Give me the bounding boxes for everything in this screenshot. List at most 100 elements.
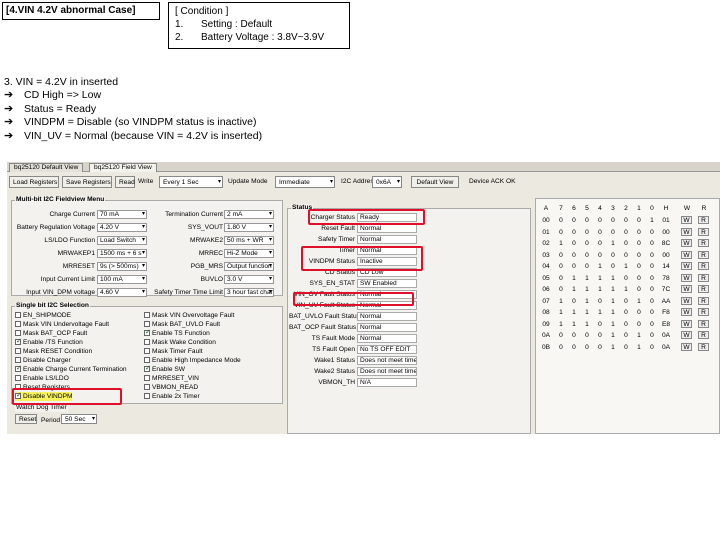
mrwake1-select[interactable]: 1500 ms + 6 s bbox=[97, 249, 147, 258]
checkbox-enable-ts[interactable]: Enable /TS Function bbox=[15, 337, 83, 347]
register-write-button[interactable]: W bbox=[681, 262, 692, 270]
register-write-button[interactable]: W bbox=[681, 296, 692, 305]
write-select[interactable]: Every 1 Sec bbox=[159, 176, 223, 188]
register-write-button[interactable]: W bbox=[681, 250, 692, 259]
register-cell: 00 bbox=[662, 228, 670, 236]
grid-header-cell: W bbox=[683, 205, 691, 212]
watchdog-title: Watch Dog Timer bbox=[15, 404, 68, 412]
save-registers-button[interactable]: Save Registers bbox=[62, 176, 112, 188]
watchdog-reset-button[interactable]: Reset bbox=[15, 414, 37, 424]
checkbox-mask-reset[interactable]: Mask RESET Condition bbox=[15, 347, 92, 356]
checkbox-vbmon-read[interactable]: VBMON_READ bbox=[144, 383, 198, 392]
register-read-button[interactable]: R bbox=[698, 342, 709, 351]
multibit-panel-title: Multi-bit I2C Fieldview Menu bbox=[15, 196, 106, 204]
checkbox-enable-ls-ldo[interactable]: Enable LS/LDO bbox=[15, 374, 69, 383]
register-read-button[interactable]: R bbox=[698, 296, 709, 305]
condition-item: 1. Setting : Default bbox=[175, 19, 273, 30]
checkbox-enable-termination[interactable]: Enable Charge Current Termination bbox=[15, 364, 127, 374]
register-write-button[interactable]: W bbox=[681, 216, 692, 224]
checkbox-disable-charger[interactable]: Disable Charger bbox=[15, 356, 71, 365]
mrwake2-select[interactable]: 50 ms + WR bbox=[224, 236, 274, 245]
register-cell: 0 bbox=[585, 217, 589, 224]
checkbox-enable-ts-function[interactable]: Enable TS Function bbox=[144, 328, 210, 338]
checkbox-mask-bat-uvlo[interactable]: Mask BAT_UVLO Fault bbox=[144, 320, 220, 329]
ls-ldo-function-select[interactable]: Load Switch bbox=[97, 236, 147, 245]
battery-regulation-select[interactable]: 4.20 V bbox=[97, 223, 147, 232]
input-current-limit-select[interactable]: 100 mA bbox=[97, 275, 147, 284]
default-view-button[interactable]: Default View bbox=[411, 176, 459, 188]
charge-current-select[interactable]: 70 mA bbox=[97, 210, 147, 219]
register-write-button[interactable]: W bbox=[681, 331, 692, 339]
register-write-button[interactable]: W bbox=[681, 319, 692, 328]
register-cell: 1 bbox=[572, 309, 576, 316]
register-read-button[interactable]: R bbox=[698, 331, 709, 339]
checkbox-enable-sw[interactable]: Enable SW bbox=[144, 364, 185, 374]
checkbox-mask-bat-ocp[interactable]: Mask BAT_OCP Fault bbox=[15, 329, 87, 338]
register-write-button[interactable]: W bbox=[681, 285, 692, 293]
period-select[interactable]: 50 Sec bbox=[61, 414, 97, 424]
register-read-button[interactable]: R bbox=[698, 273, 709, 282]
i2c-address-select[interactable]: 0x6A bbox=[372, 176, 402, 188]
register-cell: 0 bbox=[598, 240, 602, 247]
register-read-button[interactable]: R bbox=[698, 239, 709, 247]
safety-timer-limit-select[interactable]: 3 hour fast charge bbox=[224, 288, 274, 297]
register-read-button[interactable]: R bbox=[698, 250, 709, 259]
buvlo-select[interactable]: 3.0 V bbox=[224, 275, 274, 284]
register-read-button[interactable]: R bbox=[698, 319, 709, 328]
register-cell: 0 bbox=[572, 332, 576, 339]
checkbox-mask-wake[interactable]: Mask Wake Condition bbox=[144, 338, 216, 347]
register-cell: 0 bbox=[637, 228, 641, 236]
checkbox-icon bbox=[15, 357, 21, 363]
register-write-button[interactable]: W bbox=[681, 239, 692, 247]
mrreset-select[interactable]: 9s (> 500ms) bbox=[97, 262, 147, 271]
highlight-vin-uv-status bbox=[293, 292, 414, 306]
register-write-button[interactable]: W bbox=[681, 227, 692, 236]
vin-dpm-voltage-select[interactable]: 4.60 V bbox=[97, 288, 147, 297]
mrrec-select[interactable]: Hi-Z Mode bbox=[224, 249, 274, 258]
pgb-mrs-select[interactable]: Output function bbox=[224, 262, 274, 271]
note-item: ➔ VIN_UV = Normal (because VIN = 4.2V is … bbox=[4, 129, 263, 142]
checkbox-icon bbox=[15, 312, 21, 318]
register-write-button[interactable]: W bbox=[681, 342, 692, 351]
checkbox-high-impedance[interactable]: Enable High Impedance Mode bbox=[144, 356, 241, 365]
checkbox-icon bbox=[144, 321, 150, 327]
checkbox-enable-2x-timer[interactable]: Enable 2x Timer bbox=[144, 392, 200, 401]
condition-header: [ Condition ] bbox=[175, 6, 229, 17]
checkbox-mask-vin-uv[interactable]: Mask VIN Undervoltage Fault bbox=[15, 320, 109, 329]
device-ack-status: Device ACK OK bbox=[469, 178, 516, 185]
tab-field-view[interactable]: bq25120 Field View bbox=[89, 163, 157, 172]
bat-uvlo-fault-value: Normal bbox=[357, 312, 417, 321]
update-mode-select[interactable]: Immediate bbox=[275, 176, 335, 188]
checkbox-mask-timer[interactable]: Mask Timer Fault bbox=[144, 347, 203, 356]
register-write-button[interactable]: W bbox=[681, 308, 692, 316]
field-label: Charge Current bbox=[49, 211, 95, 218]
register-cell: 0 bbox=[650, 309, 654, 316]
register-cell: 0 bbox=[559, 274, 563, 282]
sys-vout-select[interactable]: 1.80 V bbox=[224, 223, 274, 232]
register-cell: 0 bbox=[611, 251, 615, 259]
read-button[interactable]: Read bbox=[115, 176, 135, 188]
register-write-button[interactable]: W bbox=[681, 273, 692, 282]
register-read-button[interactable]: R bbox=[698, 227, 709, 236]
register-cell: 0A bbox=[661, 343, 671, 351]
load-registers-button[interactable]: Load Registers bbox=[9, 176, 59, 188]
checkbox-icon bbox=[144, 339, 150, 345]
register-read-button[interactable]: R bbox=[698, 285, 709, 293]
register-read-button[interactable]: R bbox=[698, 216, 709, 224]
register-cell: 0B bbox=[541, 343, 551, 351]
register-cell: 1 bbox=[559, 320, 563, 328]
termination-current-select[interactable]: 2 mA bbox=[224, 210, 274, 219]
register-cell: 0 bbox=[637, 274, 641, 282]
checkbox-en-shipmode[interactable]: EN_SHIPMODE bbox=[15, 311, 71, 320]
tab-default-view[interactable]: bq25120 Default View bbox=[9, 163, 84, 172]
checkbox-mask-vin-ov[interactable]: Mask VIN Overvoltage Fault bbox=[144, 311, 234, 320]
status-label: Wake2 Status bbox=[314, 368, 355, 375]
register-cell: 1 bbox=[585, 320, 589, 328]
checkbox-mrreset-vin[interactable]: MRRESET_VIN bbox=[144, 374, 199, 383]
register-cell: 1 bbox=[559, 297, 563, 305]
register-read-button[interactable]: R bbox=[698, 308, 709, 316]
register-cell: 0 bbox=[637, 217, 641, 224]
register-read-button[interactable]: R bbox=[698, 262, 709, 270]
register-cell: 1 bbox=[598, 309, 602, 316]
grid-header-cell: A bbox=[543, 205, 549, 212]
